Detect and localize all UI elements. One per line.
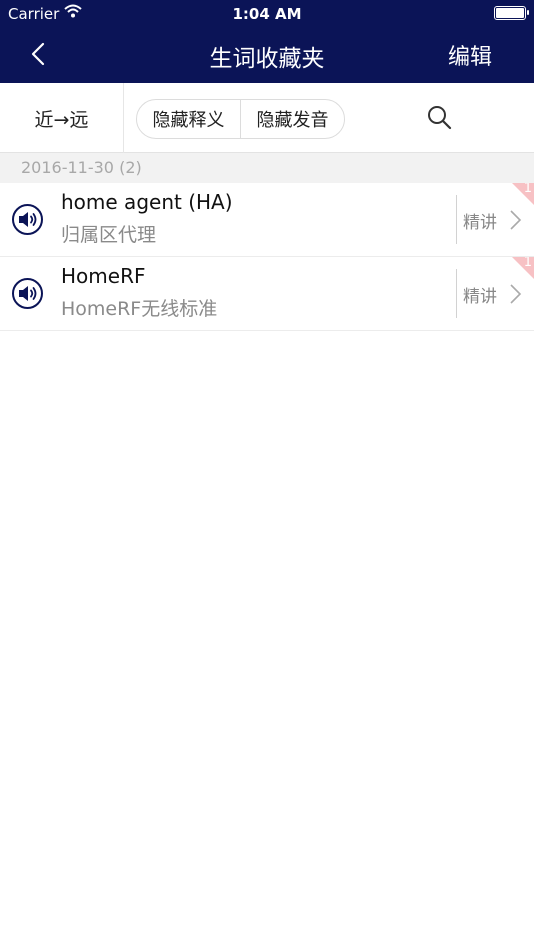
status-time: 1:04 AM	[232, 5, 302, 23]
sort-order-button[interactable]: 近→远	[0, 83, 124, 153]
badge-count: 1	[523, 257, 532, 270]
status-bar: Carrier 1:04 AM	[0, 0, 534, 27]
hide-pronunciation-button[interactable]: 隐藏发音	[240, 100, 344, 138]
hide-meaning-button[interactable]: 隐藏释义	[137, 100, 240, 138]
word-list: home agent (HA) 归属区代理 精讲 1 HomeRF HomeRF…	[0, 183, 534, 331]
word-text: HomeRF	[61, 264, 146, 288]
date-group-header: 2016-11-30 (2)	[0, 153, 534, 183]
navigation-bar: 生词收藏夹 编辑	[0, 27, 534, 83]
top-bar: Carrier 1:04 AM 生词收藏夹 编辑	[0, 0, 534, 83]
list-item[interactable]: home agent (HA) 归属区代理 精讲 1	[0, 183, 534, 257]
chevron-right-icon	[510, 284, 522, 304]
list-item[interactable]: HomeRF HomeRF无线标准 精讲 1	[0, 257, 534, 331]
row-divider	[456, 195, 457, 244]
speaker-icon[interactable]	[11, 203, 44, 236]
detail-button[interactable]: 精讲	[463, 208, 497, 233]
speaker-icon[interactable]	[11, 277, 44, 310]
detail-button[interactable]: 精讲	[463, 282, 497, 307]
row-divider	[456, 269, 457, 318]
battery-icon	[494, 6, 529, 20]
word-meaning: 归属区代理	[61, 224, 157, 246]
chevron-right-icon	[510, 210, 522, 230]
word-text: home agent (HA)	[61, 190, 233, 214]
badge-count: 1	[523, 183, 532, 196]
edit-button[interactable]: 编辑	[448, 39, 492, 71]
display-toggle-group: 隐藏释义 隐藏发音	[136, 99, 345, 139]
filter-toolbar: 近→远 隐藏释义 隐藏发音	[0, 83, 534, 153]
word-meaning: HomeRF无线标准	[61, 298, 218, 320]
search-icon[interactable]	[425, 103, 453, 131]
